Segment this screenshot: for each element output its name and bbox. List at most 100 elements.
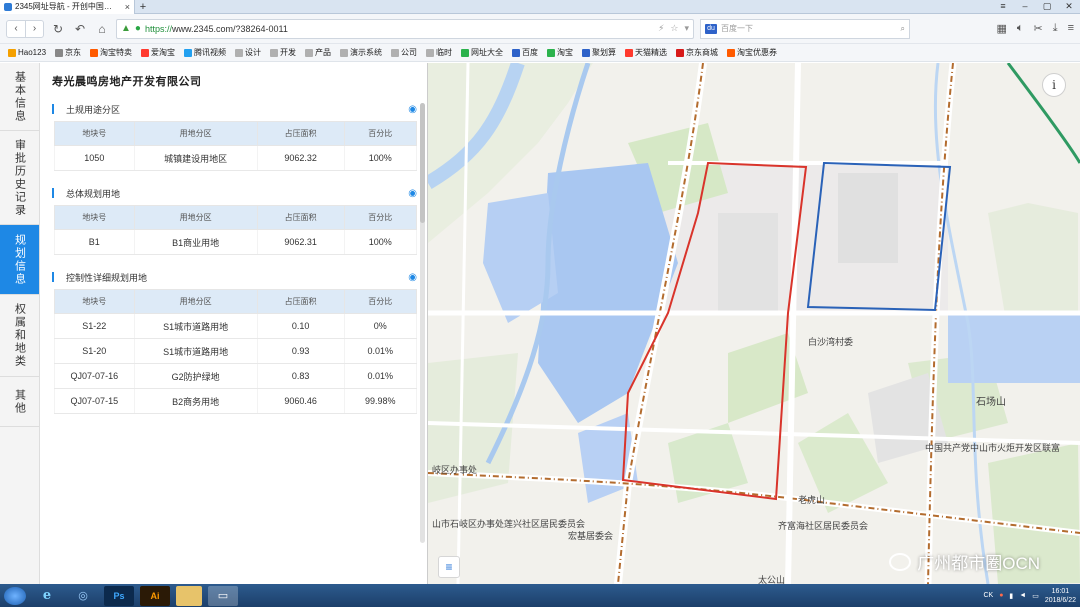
sidenav-item[interactable]: 审批历史记录	[0, 131, 39, 225]
table-cell: 0.10	[256, 313, 345, 339]
sidenav-item[interactable]: 权属和地类	[0, 295, 39, 377]
bookmark-item[interactable]: 聚划算	[582, 47, 616, 58]
bookmark-item[interactable]: 京东	[55, 47, 81, 58]
language-indicator[interactable]: CK	[983, 592, 993, 599]
column-header: 占压面积	[256, 205, 345, 230]
map-label-shichangshan: 石场山	[976, 397, 1006, 408]
security-shield-icon: ▲	[121, 23, 131, 34]
new-tab-button[interactable]: +	[135, 1, 151, 13]
back-icon[interactable]: ‹	[7, 21, 25, 37]
favorite-star-icon[interactable]: ☆	[670, 23, 678, 34]
clock[interactable]: 16:01 2018/6/22	[1045, 587, 1076, 605]
bookmark-item[interactable]: 产品	[305, 47, 331, 58]
map-layer-list-button[interactable]: ≡	[438, 556, 460, 578]
bookmark-item[interactable]: 设计	[235, 47, 261, 58]
menu-more-icon[interactable]: ≡	[1068, 22, 1074, 35]
map-label-party-committee: 中国共产党中山市火炬开发区联富	[925, 443, 1061, 453]
forward-icon[interactable]: ›	[25, 20, 43, 37]
info-panel: 寿光晨鸣房地产开发有限公司 土规用途分区 ◉ 地块号 用地分区 占压面积 百分比 1050 城…	[40, 63, 428, 584]
column-header: 占压面积	[256, 289, 345, 314]
active-window-icon[interactable]: ▭	[208, 585, 238, 606]
network-icon[interactable]: ▮	[1009, 592, 1013, 600]
address-bar[interactable]: ▲ ● https://www.2345.com/?38264-0011 ⚡ ☆…	[116, 18, 694, 39]
location-pin-icon[interactable]: ◉	[408, 272, 417, 283]
bookmark-item[interactable]: 淘宝优惠券	[727, 47, 777, 58]
plan-table: 地块号 用地分区 占压面积 百分比 S1-22 S1城市道路用地 0.10 0% S1-20 S1…	[54, 289, 418, 414]
table-row[interactable]: B1 B1商业用地 9062.31 100%	[54, 229, 418, 255]
search-box[interactable]: du 百度一下 ⌕	[700, 18, 910, 39]
map-canvas[interactable]	[428, 63, 1080, 584]
grid-apps-icon[interactable]: ▦	[996, 22, 1006, 35]
tab-close-icon[interactable]: ×	[125, 2, 130, 12]
bookmark-item[interactable]: 淘宝	[547, 47, 573, 58]
watermark: 广州都市圈OCN	[889, 549, 1040, 574]
illustrator-icon[interactable]: Ai	[140, 585, 170, 606]
bookmark-item[interactable]: 百度	[512, 47, 538, 58]
scrollbar-thumb[interactable]	[420, 103, 425, 223]
bookmark-item[interactable]: 公司	[391, 47, 417, 58]
sidenav-item[interactable]: 其他	[0, 377, 39, 427]
dropdown-icon[interactable]: ▾	[684, 23, 689, 34]
bookmark-item[interactable]: 爱淘宝	[141, 47, 175, 58]
sidenav-item[interactable]: 规划信息	[0, 225, 39, 295]
download-icon[interactable]: ⤓	[1053, 22, 1058, 35]
section-accent	[52, 272, 54, 282]
wechat-icon	[889, 552, 912, 571]
map-label-laohushan: 老虎山	[798, 495, 826, 505]
bookmark-label: 淘宝特卖	[100, 48, 133, 57]
table-row[interactable]: S1-22 S1城市道路用地 0.10 0%	[54, 313, 418, 339]
plan-table: 地块号 用地分区 占压面积 百分比 1050 城镇建设用地区 9062.32 100%	[54, 121, 418, 171]
photoshop-icon[interactable]: Ps	[104, 585, 134, 606]
browser-icon[interactable]: ◎	[68, 586, 98, 606]
maximize-icon[interactable]: ▢	[1036, 1, 1058, 12]
folder-icon[interactable]	[176, 585, 202, 606]
reload-icon[interactable]: ↻	[50, 21, 66, 37]
bookmark-item[interactable]: 网址大全	[461, 47, 503, 58]
table-row[interactable]: QJ07-07-16 G2防护绿地 0.83 0.01%	[54, 363, 418, 389]
table-cell: QJ07-07-16	[54, 363, 135, 389]
bookmark-item[interactable]: Hao123	[8, 48, 46, 57]
table-row[interactable]: 1050 城镇建设用地区 9062.32 100%	[54, 145, 418, 171]
location-pin-icon[interactable]: ◉	[408, 188, 417, 199]
map-info-button[interactable]: i	[1042, 73, 1066, 97]
map-label-village: 白沙湾村委	[808, 337, 854, 347]
search-icon[interactable]: ⌕	[901, 24, 905, 34]
taskbar: e ◎ Ps Ai ▭ CK ● ▮ ◄ ▭ 16:01 2018/6/22	[0, 584, 1080, 607]
volume-tray-icon[interactable]: ◄	[1019, 592, 1026, 599]
table-cell: G2防护绿地	[133, 363, 258, 389]
map-view[interactable]: 白沙湾村委 石场山 中国共产党中山市火炬开发区联富 岐区办事处 山市石岐区办事处…	[428, 63, 1080, 584]
menu-icon[interactable]: ≡	[992, 1, 1014, 12]
bookmark-item[interactable]: 临时	[426, 47, 452, 58]
history-nav: ‹ ›	[6, 19, 44, 38]
undo-icon[interactable]: ↶	[72, 21, 88, 37]
bookmark-label: 开发	[280, 48, 297, 57]
location-pin-icon[interactable]: ◉	[408, 104, 417, 115]
volume-icon[interactable]: 🔈︎	[1017, 22, 1024, 35]
bookmark-item[interactable]: 淘宝特卖	[90, 47, 132, 58]
sidenav-item[interactable]: 基本信息	[0, 63, 39, 131]
ie-icon[interactable]: e	[32, 586, 62, 606]
browser-tab[interactable]: 2345网址导航 - 开创中国… ×	[0, 0, 135, 14]
notification-icon[interactable]: ▭	[1032, 592, 1039, 600]
bookmark-item[interactable]: 腾讯视频	[184, 47, 226, 58]
tray-app-icon[interactable]: ●	[999, 592, 1003, 599]
bookmark-item[interactable]: 演示系统	[340, 47, 382, 58]
table-row[interactable]: S1-20 S1城市道路用地 0.93 0.01%	[54, 338, 418, 364]
table-header-row: 地块号 用地分区 占压面积 百分比	[54, 289, 418, 314]
close-window-icon[interactable]: ✕	[1058, 1, 1080, 12]
column-header: 百分比	[343, 289, 418, 314]
bookmark-item[interactable]: 京东商城	[676, 47, 718, 58]
table-row[interactable]: QJ07-07-15 B2商务用地 9060.46 99.98%	[54, 388, 418, 414]
search-placeholder: 百度一下	[721, 24, 753, 33]
bookmark-favicon-icon	[512, 48, 521, 57]
home-icon[interactable]: ⌂	[94, 21, 110, 37]
search-engine-icon[interactable]: du	[705, 23, 717, 34]
start-button[interactable]	[4, 586, 26, 605]
scissors-icon[interactable]: ✂	[1033, 22, 1042, 35]
bookmark-item[interactable]: 天猫精选	[625, 47, 667, 58]
table-cell: 0.01%	[343, 363, 418, 389]
minimize-icon[interactable]: –	[1014, 1, 1036, 12]
bookmark-item[interactable]: 开发	[270, 47, 296, 58]
section-title: 土规用途分区	[66, 104, 121, 115]
speed-icon[interactable]: ⚡	[658, 23, 664, 34]
